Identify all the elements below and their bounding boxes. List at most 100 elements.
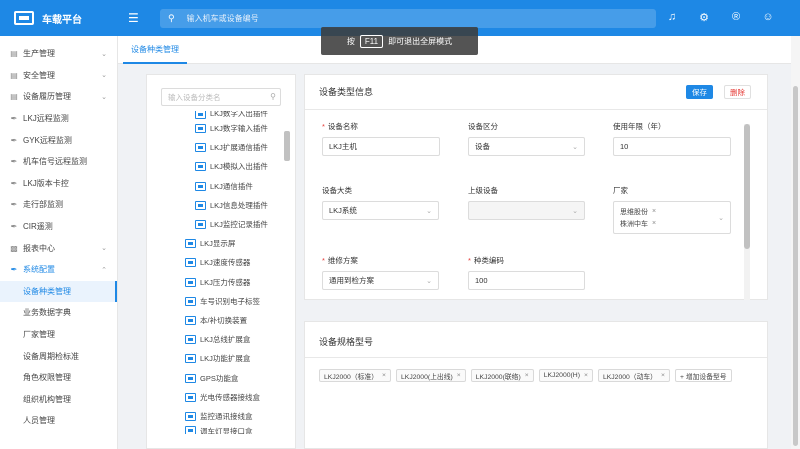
tree-node[interactable]: 调车灯显接口盒 — [147, 426, 283, 434]
sidebar-item-lkj-version[interactable]: ✒ LKJ版本卡控 — [0, 173, 117, 195]
app-logo[interactable]: 车载平台 — [0, 11, 118, 26]
tab-device-types[interactable]: 设备种类管理 — [123, 36, 187, 64]
spec-tag[interactable]: LKJ2000（标准） × — [319, 369, 392, 382]
add-spec-button[interactable]: + 增加设备型号 — [674, 369, 732, 382]
sidebar-item-label: 机车信号远程监测 — [23, 157, 87, 167]
tree-scrollbar-thumb[interactable] — [284, 131, 290, 161]
tree-search-input[interactable] — [168, 92, 268, 102]
spec-tag[interactable]: LKJ2000(H) × — [538, 369, 593, 382]
category-select[interactable]: LKJ系统 ⌄ — [322, 201, 439, 220]
sidebar-item-reports[interactable]: ▩ 报表中心 ⌄ — [0, 237, 117, 259]
tree-search[interactable]: ⚲ — [161, 88, 281, 106]
sidebar-subitem-personnel[interactable]: 人员管理 — [0, 410, 117, 432]
parent-select[interactable]: ⌄ — [468, 201, 585, 220]
global-search[interactable]: ⚲ — [160, 9, 656, 28]
sidebar-subitem-device-types[interactable]: 设备种类管理 — [0, 280, 117, 303]
sidebar-subitem-vendors[interactable]: 厂家管理 — [0, 324, 117, 346]
tree-node[interactable]: LKJ压力传感器 — [147, 273, 283, 292]
close-icon[interactable]: × — [661, 372, 665, 379]
vendor-multiselect[interactable]: 思维股份 × 株洲中车 × ⌄ — [613, 201, 731, 234]
sidebar-item-gyk-monitor[interactable]: ✒ GYK远程监测 — [0, 129, 117, 151]
tree-node-label: LKJ数字输入插件 — [210, 124, 268, 134]
close-icon[interactable]: × — [382, 372, 386, 379]
sidebar-item-running-gear[interactable]: ✒ 走行部监测 — [0, 194, 117, 216]
code-field[interactable]: 100 — [468, 271, 585, 290]
toast-key: F11 — [359, 34, 384, 48]
delete-button[interactable]: 删除 — [724, 85, 751, 99]
chevron-down-icon: ⌄ — [572, 143, 578, 151]
sidebar-item-system-config[interactable]: ✒ 系统配置 ⌃ — [0, 259, 117, 281]
device-icon — [195, 162, 206, 172]
divider — [305, 109, 767, 110]
tree-node[interactable]: LKJ总线扩展盒 — [147, 330, 283, 349]
tree-node[interactable]: LKJ显示屏 — [147, 234, 283, 253]
spec-tag-label: LKJ2000(H) — [543, 372, 580, 379]
info-scrollbar[interactable] — [744, 124, 750, 300]
tree-node[interactable]: 本/补切换装置 — [147, 311, 283, 330]
page-scrollbar[interactable] — [791, 36, 800, 449]
spec-tag[interactable]: LKJ2000(联络) × — [470, 369, 534, 382]
tree-node[interactable]: LKJ信息处理插件 — [147, 196, 283, 215]
device-icon — [185, 239, 196, 249]
name-field[interactable]: LKJ主机 — [322, 137, 440, 156]
sidebar-item-cir[interactable]: ✒ CIR遥测 — [0, 216, 117, 238]
tree-node[interactable]: LKJ模拟入出插件 — [147, 157, 283, 176]
device-icon — [195, 111, 206, 119]
close-icon[interactable]: × — [652, 208, 656, 215]
close-icon[interactable]: × — [584, 372, 588, 379]
close-icon[interactable]: × — [457, 372, 461, 379]
tree-node[interactable]: LKJ功能扩展盒 — [147, 349, 283, 368]
spec-tag[interactable]: LKJ2000（动车） × — [597, 369, 670, 382]
sidebar-subitem-inspection-standard[interactable]: 设备周期检标准 — [0, 345, 117, 367]
field-label-text: 设备大类 — [322, 186, 352, 195]
device-icon — [185, 296, 196, 306]
field-label-parent: 上级设备 — [468, 185, 498, 196]
years-field[interactable]: 10 — [613, 137, 731, 156]
name-value: LKJ主机 — [329, 142, 357, 151]
sidebar-item-signal-monitor[interactable]: ✒ 机车信号远程监测 — [0, 151, 117, 173]
sidebar-item-lkj-monitor[interactable]: ✒ LKJ远程监测 — [0, 108, 117, 130]
device-icon — [195, 124, 206, 134]
close-icon[interactable]: × — [652, 220, 656, 227]
field-label-name: * 设备名称 — [322, 122, 358, 131]
repair-select[interactable]: 通用到检方案 ⌄ — [322, 271, 439, 290]
tree-node[interactable]: 车号识别电子标签 — [147, 292, 283, 311]
gear-icon[interactable]: ⚙ — [698, 11, 710, 24]
sidebar-item-device-history[interactable]: ▤ 设备履历管理 ⌄ — [0, 86, 117, 108]
tree-node[interactable]: LKJ数字输入插件 — [147, 119, 283, 138]
registered-icon[interactable]: ® — [730, 11, 742, 23]
global-search-input[interactable] — [186, 14, 587, 23]
sidebar-subitem-organization[interactable]: 组织机构管理 — [0, 389, 117, 411]
wrench-icon: ✒ — [10, 200, 18, 210]
save-button[interactable]: 保存 — [686, 85, 713, 99]
tree-node[interactable]: 监控通讯接线盒 — [147, 407, 283, 426]
menu-icon[interactable]: ☰ — [128, 11, 148, 25]
vendor-chip[interactable]: 株洲中车 × — [620, 219, 656, 229]
tree-node[interactable]: LKJ扩展通信插件 — [147, 138, 283, 157]
spec-tag-label: LKJ2000（动车） — [602, 373, 657, 381]
chevron-up-icon: ⌃ — [101, 266, 107, 274]
page-scrollbar-thumb[interactable] — [793, 86, 798, 446]
tree-node[interactable]: LKJ通信插件 — [147, 177, 283, 196]
vendor-chip[interactable]: 思维股份 × — [620, 207, 656, 217]
user-icon[interactable]: ☺ — [762, 11, 774, 23]
sidebar-subitem-data-dictionary[interactable]: 业务数据字典 — [0, 302, 117, 324]
tree-node[interactable]: GPS功能盒 — [147, 368, 283, 387]
spec-tag[interactable]: LKJ2000(上出线) × — [396, 369, 466, 382]
close-icon[interactable]: × — [525, 372, 529, 379]
calendar-icon: ▤ — [10, 70, 18, 80]
info-scrollbar-thumb[interactable] — [744, 124, 750, 249]
tree-node-label: LKJ功能扩展盒 — [200, 354, 251, 364]
sidebar-item-production[interactable]: ▤ 生产管理 ⌄ — [0, 43, 117, 65]
tree-node[interactable]: 光电传感器接线盒 — [147, 388, 283, 407]
tree-scrollbar[interactable] — [283, 111, 291, 443]
vendor-chip-label: 株洲中车 — [620, 220, 648, 228]
tree-node[interactable]: LKJ监控记录插件 — [147, 215, 283, 234]
section-select[interactable]: 设备 ⌄ — [468, 137, 585, 156]
tree-node[interactable]: LKJ速度传感器 — [147, 253, 283, 272]
bell-icon[interactable]: ♫ — [666, 11, 678, 23]
app-title: 车载平台 — [42, 14, 82, 26]
tree-node[interactable]: LKJ数字入出插件 — [147, 111, 283, 119]
sidebar-item-safety[interactable]: ▤ 安全管理 ⌄ — [0, 65, 117, 87]
sidebar-subitem-roles[interactable]: 角色权限管理 — [0, 367, 117, 389]
